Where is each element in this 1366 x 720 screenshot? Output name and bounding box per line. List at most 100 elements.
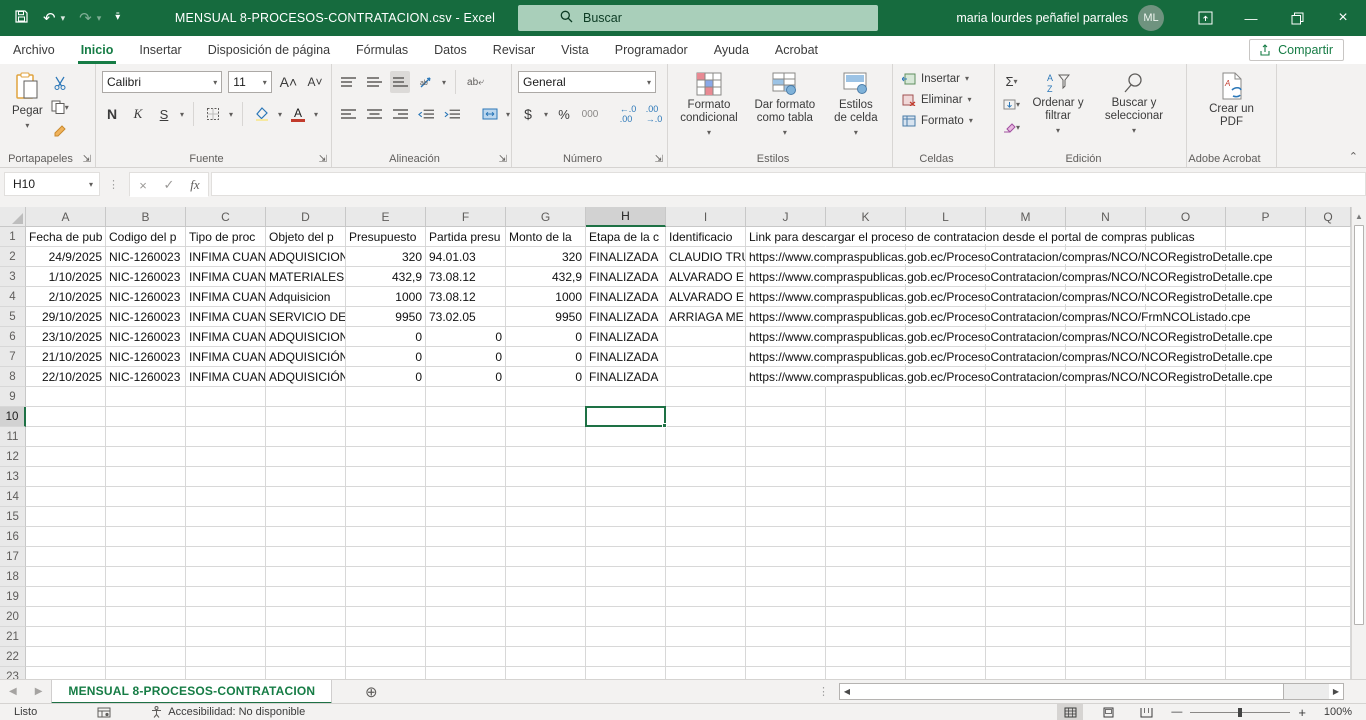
cell-B15[interactable] [106,507,186,527]
cell-H5[interactable]: FINALIZADA [586,307,666,327]
cell-C8[interactable]: INFIMA CUANTIA [186,367,266,387]
cell-J10[interactable] [746,407,826,427]
cell-J16[interactable] [746,527,826,547]
row-header-16[interactable]: 16 [0,527,26,547]
merge-center-icon[interactable] [480,103,500,125]
cell-C15[interactable] [186,507,266,527]
cell-A16[interactable] [26,527,106,547]
cell-B19[interactable] [106,587,186,607]
cell-Q13[interactable] [1306,467,1351,487]
cell-A1[interactable]: Fecha de pub [26,227,106,247]
cell-C4[interactable]: INFIMA CUANTIA [186,287,266,307]
cell-D8[interactable]: ADQUISICIÓN [266,367,346,387]
cell-H16[interactable] [586,527,666,547]
row-header-19[interactable]: 19 [0,587,26,607]
cell-P23[interactable] [1226,667,1306,679]
row-header-14[interactable]: 14 [0,487,26,507]
cell-L9[interactable] [906,387,986,407]
column-header-I[interactable]: I [666,207,746,227]
cell-B4[interactable]: NIC-1260023 [106,287,186,307]
accessibility-icon[interactable] [151,706,162,718]
cell-J8[interactable]: https://www.compraspublicas.gob.ec/Proce… [746,367,826,387]
cell-O17[interactable] [1146,547,1226,567]
row-header-1[interactable]: 1 [0,227,26,247]
cell-N20[interactable] [1066,607,1146,627]
cell-H17[interactable] [586,547,666,567]
cell-L22[interactable] [906,647,986,667]
cell-E12[interactable] [346,447,426,467]
cell-J9[interactable] [746,387,826,407]
cell-A2[interactable]: 24/9/2025 [26,247,106,267]
cell-B21[interactable] [106,627,186,647]
cell-A15[interactable] [26,507,106,527]
column-header-L[interactable]: L [906,207,986,227]
cell-G5[interactable]: 9950 [506,307,586,327]
cell-G20[interactable] [506,607,586,627]
cell-N13[interactable] [1066,467,1146,487]
cell-F21[interactable] [426,627,506,647]
cell-G14[interactable] [506,487,586,507]
cell-G16[interactable] [506,527,586,547]
cell-I1[interactable]: Identificacio [666,227,746,247]
cell-G17[interactable] [506,547,586,567]
alignment-dialog-launcher-icon[interactable]: ⇲ [499,154,507,165]
cell-E5[interactable]: 9950 [346,307,426,327]
fill-color-icon[interactable] [252,103,272,125]
cell-P18[interactable] [1226,567,1306,587]
cell-A17[interactable] [26,547,106,567]
cell-F15[interactable] [426,507,506,527]
cell-I5[interactable]: ARRIAGA ME [666,307,746,327]
cell-D15[interactable] [266,507,346,527]
cell-H7[interactable]: FINALIZADA [586,347,666,367]
cell-G18[interactable] [506,567,586,587]
cell-K10[interactable] [826,407,906,427]
cell-A12[interactable] [26,447,106,467]
cell-Q12[interactable] [1306,447,1351,467]
cell-Q22[interactable] [1306,647,1351,667]
cell-C14[interactable] [186,487,266,507]
cell-E14[interactable] [346,487,426,507]
cell-D2[interactable]: ADQUISICION [266,247,346,267]
cell-J6[interactable]: https://www.compraspublicas.gob.ec/Proce… [746,327,826,347]
conditional-formatting-button[interactable]: Formato condicional▾ [674,68,744,142]
font-color-icon[interactable]: A [288,103,308,125]
cell-B12[interactable] [106,447,186,467]
increase-decimal-icon[interactable]: ←.0.00 [618,103,638,125]
delete-cells-button[interactable]: Eliminar▾ [899,89,988,110]
cell-M9[interactable] [986,387,1066,407]
font-name-combo[interactable]: Calibri▾ [102,71,222,93]
cell-D23[interactable] [266,667,346,679]
cell-C6[interactable]: INFIMA CUANTIA [186,327,266,347]
cell-I20[interactable] [666,607,746,627]
cell-P10[interactable] [1226,407,1306,427]
cell-Q3[interactable] [1306,267,1351,287]
cell-C12[interactable] [186,447,266,467]
cell-A22[interactable] [26,647,106,667]
cell-O10[interactable] [1146,407,1226,427]
cell-F12[interactable] [426,447,506,467]
cell-A20[interactable] [26,607,106,627]
cell-H21[interactable] [586,627,666,647]
cell-I13[interactable] [666,467,746,487]
cell-K17[interactable] [826,547,906,567]
cell-H12[interactable] [586,447,666,467]
cell-D12[interactable] [266,447,346,467]
cell-G9[interactable] [506,387,586,407]
cell-H23[interactable] [586,667,666,679]
cell-I8[interactable] [666,367,746,387]
cell-J22[interactable] [746,647,826,667]
column-header-C[interactable]: C [186,207,266,227]
cell-F1[interactable]: Partida presu [426,227,506,247]
cell-I23[interactable] [666,667,746,679]
customize-qat-icon[interactable]: ▾̄ [115,13,120,23]
cell-I16[interactable] [666,527,746,547]
cell-E15[interactable] [346,507,426,527]
cell-H20[interactable] [586,607,666,627]
cell-A10[interactable] [26,407,106,427]
cell-A23[interactable] [26,667,106,679]
cell-E4[interactable]: 1000 [346,287,426,307]
cell-B20[interactable] [106,607,186,627]
cell-E3[interactable]: 432,9 [346,267,426,287]
insert-cells-button[interactable]: Insertar▾ [899,68,988,89]
cell-Q1[interactable] [1306,227,1351,247]
